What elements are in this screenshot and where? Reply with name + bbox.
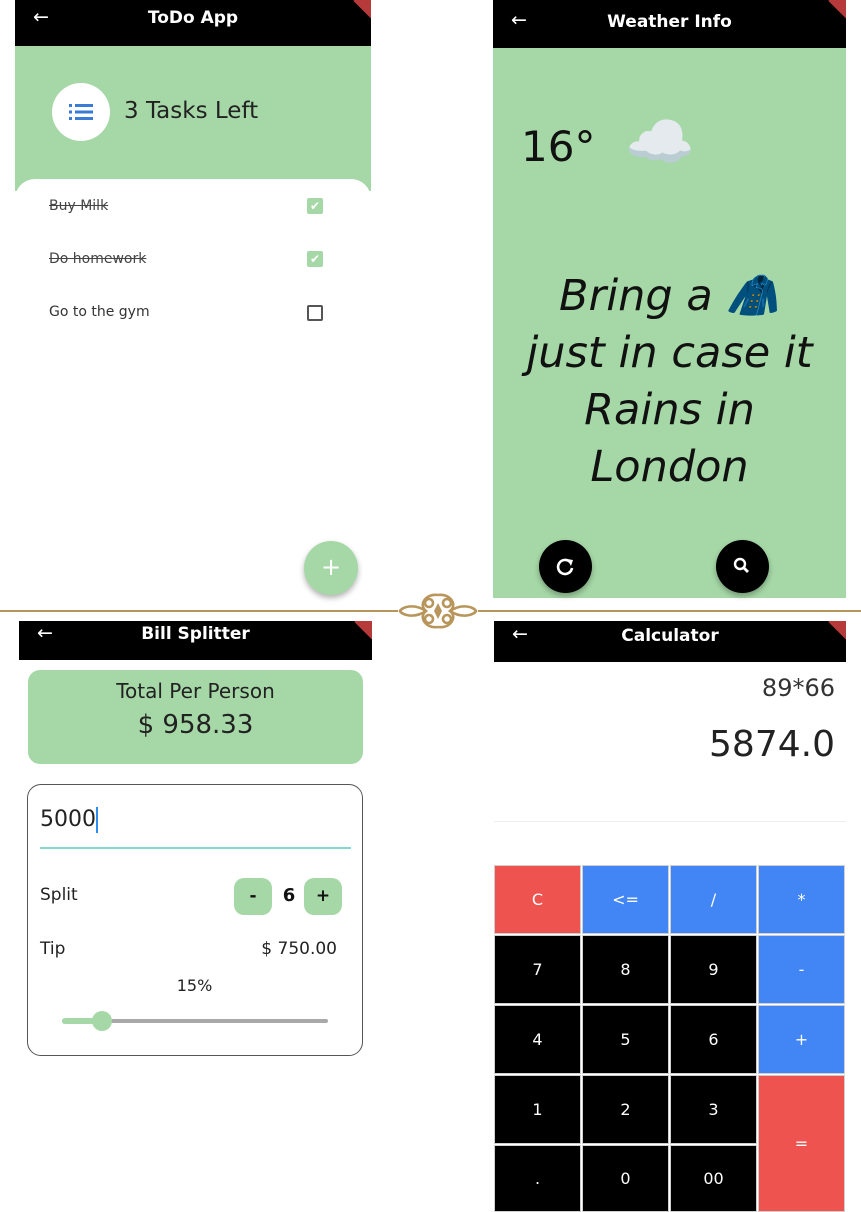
slider-thumb[interactable] [92,1011,112,1031]
message-line: London [590,442,749,492]
message-line: Bring a 🧥 [559,271,780,321]
add-task-button[interactable]: + [304,541,358,595]
total-value: $ 958.33 [137,710,254,740]
message-line: Rains in [584,385,755,435]
task-label: Buy Milk [49,198,109,214]
total-label: Total Per Person [116,679,275,703]
double-zero-key[interactable]: 00 [670,1145,757,1212]
task-checkbox-unchecked[interactable] [307,305,323,321]
list-icon [69,104,93,120]
bill-title: Bill Splitter [141,624,250,644]
total-per-person-card: Total Per Person $ 958.33 [28,670,363,764]
task-list-panel [15,179,371,605]
bill-appbar: ← Bill Splitter [19,621,372,660]
tasks-left-count: 3 Tasks Left [124,98,259,124]
plus-icon: + [320,553,342,581]
task-label: Do homework [49,251,147,267]
weather-screen: ← Weather Info 16° ☁️ Bring a 🧥 just in … [493,0,846,598]
temperature-text: 16° [521,122,596,171]
digit-8-key[interactable]: 8 [582,935,669,1004]
todo-appbar: ← ToDo App [15,0,371,46]
plus-label: + [315,886,331,906]
message-line: just in case it [526,328,813,378]
task-checkbox-checked[interactable]: ✔ [307,198,323,214]
search-icon [733,557,749,573]
digit-5-key[interactable]: 5 [582,1005,669,1074]
todo-title: ToDo App [147,8,239,28]
list-icon-avatar [52,83,110,141]
subtract-key[interactable]: - [758,935,845,1004]
refresh-button[interactable] [539,540,592,593]
todo-screen: ← ToDo App 3 Tasks Left Buy Milk ✔ Do ho… [15,0,371,605]
bill-amount-value: 5000 [40,807,96,832]
calc-title: Calculator [621,626,719,646]
multiply-key[interactable]: * [758,865,845,934]
search-button[interactable] [716,540,769,593]
decimal-key[interactable]: . [494,1145,581,1212]
calc-appbar: ← Calculator [494,621,846,662]
digit-1-key[interactable]: 1 [494,1075,581,1144]
backspace-key[interactable]: <= [582,865,669,934]
task-checkbox-checked[interactable]: ✔ [307,251,323,267]
digit-7-key[interactable]: 7 [494,935,581,1004]
weather-message: Bring a 🧥 just in case it Rains in Londo… [493,268,846,496]
divide-key[interactable]: / [670,865,757,934]
ornament-icon [398,589,478,633]
equals-key[interactable]: = [758,1075,845,1212]
digit-4-key[interactable]: 4 [494,1005,581,1074]
tip-label: Tip [40,939,66,959]
clear-key[interactable]: C [494,865,581,934]
add-key[interactable]: + [758,1005,845,1074]
weather-appbar: ← Weather Info [493,0,846,48]
digit-9-key[interactable]: 9 [670,935,757,1004]
digit-3-key[interactable]: 3 [670,1075,757,1144]
expression-display: 89*66 [761,674,835,702]
digit-0-key[interactable]: 0 [582,1145,669,1212]
bill-amount-input[interactable]: 5000 [40,807,351,849]
tip-amount: $ 750.00 [261,939,337,959]
split-increment-button[interactable]: + [304,878,342,915]
tip-slider[interactable] [62,1011,328,1031]
tip-percent: 15% [176,976,213,995]
display-divider [494,821,846,822]
split-count: 6 [282,885,296,906]
cloud-icon: ☁️ [625,110,695,175]
result-display: 5874.0 [709,724,835,765]
text-cursor [96,807,98,833]
task-label: Go to the gym [49,304,150,320]
split-decrement-button[interactable]: - [234,878,272,915]
minus-label: - [249,886,257,906]
weather-title: Weather Info [607,12,732,32]
digit-2-key[interactable]: 2 [582,1075,669,1144]
calculator-screen: ← Calculator 89*66 5874.0 C <= / * 7 8 9… [494,621,846,1212]
refresh-icon [556,558,574,576]
bill-form-card: 5000 Split - 6 + Tip $ 750.00 15% [27,784,363,1056]
split-label: Split [40,885,78,905]
digit-6-key[interactable]: 6 [670,1005,757,1074]
bill-screen: ← Bill Splitter Total Per Person $ 958.3… [19,621,372,1212]
